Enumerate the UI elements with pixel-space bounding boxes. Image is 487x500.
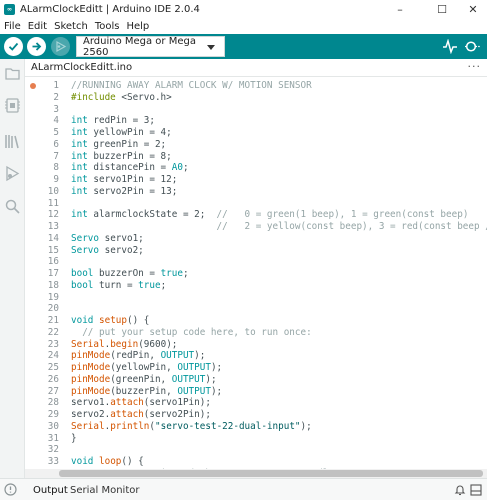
boards-manager-icon[interactable] <box>4 97 21 114</box>
serial-monitor-icon[interactable] <box>464 39 481 54</box>
maximize-button[interactable]: ☐ <box>428 0 456 19</box>
notifications-icon[interactable] <box>454 484 466 496</box>
sidebar <box>0 59 25 500</box>
editor-tab-bar: ALarmClockEditt.ino ··· <box>25 59 487 77</box>
close-button[interactable]: ✕ <box>459 0 487 19</box>
board-name: Arduino Mega or Mega 2560 <box>83 35 196 58</box>
more-tabs-icon[interactable]: ··· <box>468 60 482 73</box>
menu-sketch[interactable]: Sketch <box>54 21 88 32</box>
chevron-down-icon <box>207 45 215 50</box>
window-title: ALarmClockEditt | Arduino IDE 2.0.4 <box>20 4 200 15</box>
verify-button[interactable] <box>4 37 23 56</box>
board-selector[interactable]: Arduino Mega or Mega 2560 <box>76 35 225 58</box>
tab-output[interactable]: Output <box>33 485 68 496</box>
menu-file[interactable]: File <box>4 21 21 32</box>
menu-tools[interactable]: Tools <box>95 21 120 32</box>
menu-help[interactable]: Help <box>126 21 149 32</box>
sketchbook-folder-icon[interactable] <box>4 65 21 82</box>
arduino-app-icon: ∞ <box>4 4 15 15</box>
tab-alarmclockeditt[interactable]: ALarmClockEditt.ino <box>31 62 132 73</box>
serial-plotter-icon[interactable] <box>442 39 458 54</box>
tab-serial-monitor[interactable]: Serial Monitor <box>70 485 140 496</box>
output-panel-icon <box>4 483 17 496</box>
toolbar: Arduino Mega or Mega 2560 <box>0 34 487 59</box>
title-bar: ∞ ALarmClockEditt | Arduino IDE 2.0.4 – … <box>0 0 487 19</box>
upload-button[interactable] <box>27 37 46 56</box>
upload-icon <box>32 42 42 51</box>
debug-icon[interactable] <box>4 165 21 182</box>
bottom-panel-bar: Output Serial Monitor <box>0 478 487 500</box>
menu-edit[interactable]: Edit <box>28 21 47 32</box>
scrollbar-thumb[interactable] <box>59 470 483 477</box>
code-editor[interactable]: 1//RUNNING AWAY ALARM CLOCK W/ MOTION SE… <box>25 77 487 469</box>
library-manager-icon[interactable] <box>4 133 21 150</box>
panel-toggle-icon[interactable] <box>470 484 482 496</box>
menu-bar: File Edit Sketch Tools Help <box>0 19 487 34</box>
verify-icon <box>8 42 19 51</box>
minimize-button[interactable]: – <box>386 0 414 19</box>
debug-icon <box>56 40 67 53</box>
debug-button[interactable] <box>51 37 70 56</box>
horizontal-scrollbar[interactable] <box>25 469 487 478</box>
search-icon[interactable] <box>4 198 21 215</box>
